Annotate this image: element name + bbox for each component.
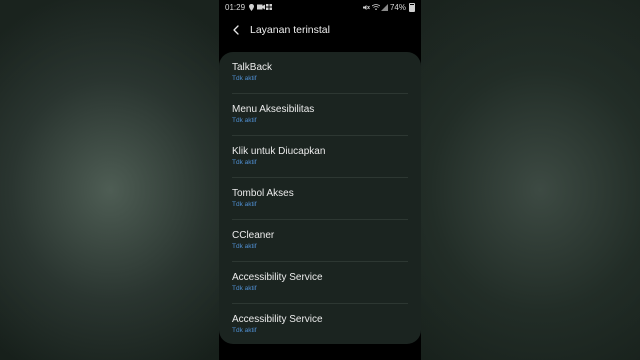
service-title: Accessibility Service: [232, 272, 323, 283]
service-item-tombol-akses[interactable]: Tombol Akses Tdk aktif: [219, 178, 421, 220]
video-icon: [257, 4, 266, 10]
wifi-icon: [371, 4, 381, 10]
services-list: TalkBack Tdk aktif Menu Aksesibilitas Td…: [219, 52, 421, 344]
service-title: Klik untuk Diucapkan: [232, 146, 326, 157]
service-item-accessibility-service-2[interactable]: Accessibility Service Tdk aktif: [219, 304, 421, 346]
status-time: 01:29: [225, 2, 246, 12]
page-title: Layanan terinstal: [250, 24, 330, 36]
service-title: Menu Aksesibilitas: [232, 104, 315, 115]
service-status: Tdk aktif: [232, 75, 257, 82]
signal-icon: [380, 4, 388, 11]
service-title: Tombol Akses: [232, 188, 294, 199]
mute-icon: [362, 4, 370, 10]
chevron-left-icon[interactable]: [228, 22, 244, 38]
service-item-accessibility-service-1[interactable]: Accessibility Service Tdk aktif: [219, 262, 421, 304]
service-title: TalkBack: [232, 62, 273, 73]
battery-icon: [409, 2, 415, 12]
service-status: Tdk aktif: [232, 327, 257, 334]
phone-screen: 01:29 74% Layanan terinstal TalkBack Tdk…: [219, 0, 421, 360]
grid-icon: [266, 4, 273, 10]
service-item-talkback[interactable]: TalkBack Tdk aktif: [219, 52, 421, 94]
service-status: Tdk aktif: [232, 243, 257, 250]
status-bar: 01:29 74%: [219, 0, 421, 14]
service-title: Accessibility Service: [232, 314, 323, 325]
service-status: Tdk aktif: [232, 285, 257, 292]
service-status: Tdk aktif: [232, 159, 257, 166]
battery-percent: 74%: [389, 2, 406, 12]
app-bar: Layanan terinstal: [219, 14, 421, 46]
service-item-menu-aksesibilitas[interactable]: Menu Aksesibilitas Tdk aktif: [219, 94, 421, 136]
service-title: CCleaner: [232, 230, 275, 241]
service-item-ccleaner[interactable]: CCleaner Tdk aktif: [219, 220, 421, 262]
service-item-klik-untuk-diucapkan[interactable]: Klik untuk Diucapkan Tdk aktif: [219, 136, 421, 178]
location-pin-icon: [248, 4, 254, 11]
service-status: Tdk aktif: [232, 117, 257, 124]
service-status: Tdk aktif: [232, 201, 257, 208]
